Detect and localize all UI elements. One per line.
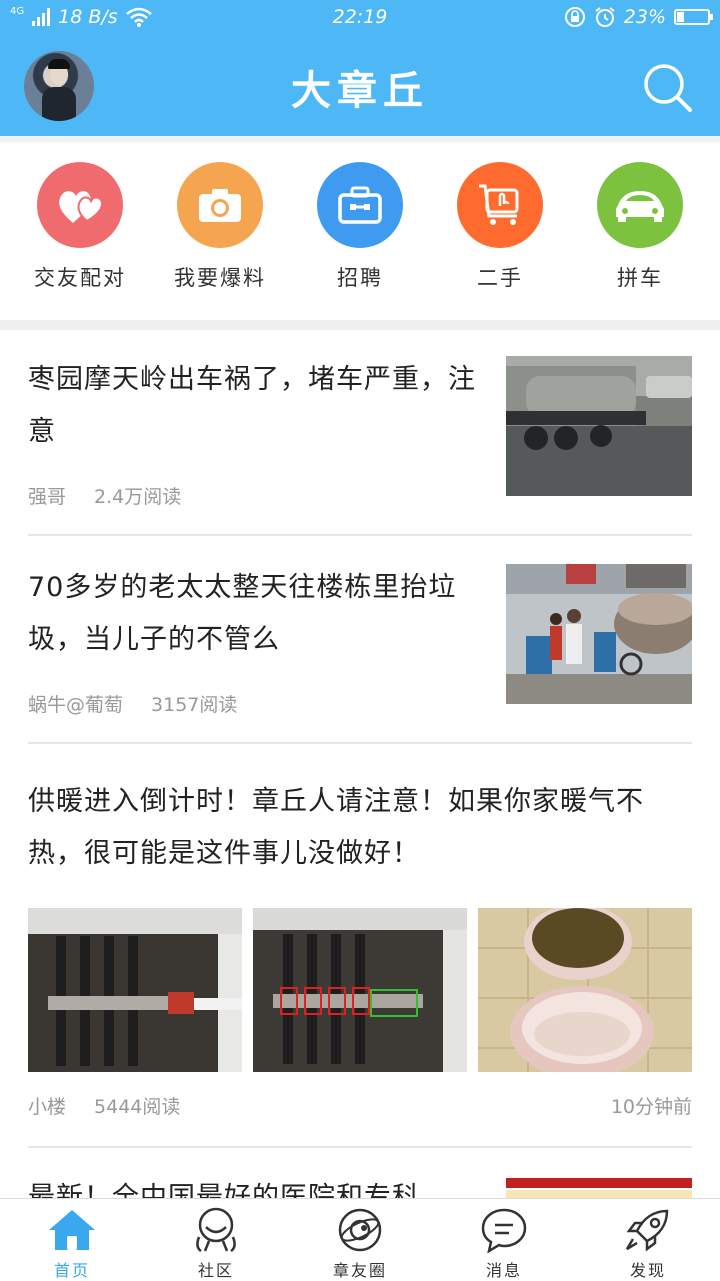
tab-home[interactable]: 首页 (0, 1205, 144, 1281)
planet-icon (288, 1205, 432, 1255)
tab-label: 首页 (53, 1261, 90, 1280)
alarm-icon (595, 7, 615, 27)
search-icon[interactable] (642, 62, 694, 114)
battery-icon (674, 9, 713, 25)
article-image (478, 908, 692, 1072)
article-reads: 5444阅读 (94, 1096, 181, 1118)
tab-messages[interactable]: 消息 (432, 1205, 576, 1281)
quick-action-carpool[interactable]: 拼车 (575, 162, 705, 292)
article-item[interactable]: 70多岁的老太太整天往楼栋里抬垃圾，当儿子的不管么 蜗牛@葡萄 3157阅读 (28, 562, 692, 742)
quick-action-label: 招聘 (337, 266, 383, 290)
status-bar: 4G 18 B/s 22:19 23% (0, 0, 720, 36)
article-title: 最新！全中国最好的医院和专科 (28, 1182, 420, 1198)
bottom-tab-bar: 首页 社区 章友圈 消息 发现 (0, 1198, 720, 1281)
article-thumbnail (506, 1178, 692, 1198)
briefcase-icon (317, 162, 403, 248)
article-author: 小楼 (28, 1096, 67, 1118)
tab-discover[interactable]: 发现 (576, 1205, 720, 1281)
article-reads: 2.4万阅读 (94, 486, 182, 508)
battery-percent: 23% (623, 6, 666, 28)
article-title: 供暖进入倒计时！章丘人请注意！如果你家暖气不热，很可能是这件事儿没做好！ (28, 786, 644, 869)
quick-action-label: 我要爆料 (174, 266, 266, 290)
page-title: 大章丘 (291, 68, 429, 114)
tab-label: 社区 (197, 1261, 234, 1280)
article-item[interactable]: 最新！全中国最好的医院和专科 (28, 1172, 692, 1198)
quick-action-jobs[interactable]: 招聘 (295, 162, 425, 292)
tab-label: 发现 (629, 1261, 666, 1280)
article-thumbnail (506, 356, 692, 496)
quick-action-label: 拼车 (617, 266, 663, 290)
app-header: 大章丘 (0, 36, 720, 136)
lock-rotation-icon (564, 7, 585, 27)
quick-action-report[interactable]: 我要爆料 (155, 162, 285, 292)
article-item[interactable]: 供暖进入倒计时！章丘人请注意！如果你家暖气不热，很可能是这件事儿没做好！ 小楼 … (28, 776, 692, 1156)
article-reads: 3157阅读 (151, 694, 238, 716)
quick-action-secondhand[interactable]: 二手 (435, 162, 565, 292)
article-meta: 强哥 2.4万阅读 (28, 482, 181, 509)
tab-label: 章友圈 (332, 1261, 387, 1280)
quick-action-label: 二手 (477, 266, 523, 290)
article-thumbnail (506, 564, 692, 704)
home-icon (0, 1205, 144, 1255)
camera-icon (177, 162, 263, 248)
section-divider (0, 320, 720, 330)
tab-label: 消息 (485, 1261, 522, 1280)
article-item[interactable]: 枣园摩天岭出车祸了，堵车严重，注意 强哥 2.4万阅读 (28, 354, 692, 534)
message-icon (432, 1205, 576, 1255)
article-meta: 蜗牛@葡萄 3157阅读 (28, 690, 237, 717)
tab-friends-circle[interactable]: 章友圈 (288, 1205, 432, 1281)
clock: 22:19 (332, 6, 388, 28)
hearts-icon (37, 162, 123, 248)
article-image (253, 908, 467, 1072)
quick-action-dating[interactable]: 交友配对 (15, 162, 145, 292)
article-author: 强哥 (28, 486, 67, 508)
cart-icon (457, 162, 543, 248)
divider (28, 742, 692, 744)
community-icon (144, 1205, 288, 1255)
divider (28, 534, 692, 536)
article-time: 10分钟前 (610, 1096, 692, 1118)
quick-action-label: 交友配对 (34, 266, 126, 290)
car-icon (597, 162, 683, 248)
article-meta: 小楼 5444阅读 10分钟前 (28, 1092, 692, 1119)
divider (28, 1146, 692, 1148)
article-feed[interactable]: 枣园摩天岭出车祸了，堵车严重，注意 强哥 2.4万阅读 70多岁的老太太整天往楼… (0, 330, 720, 1198)
article-title: 枣园摩天岭出车祸了，堵车严重，注意 (28, 364, 476, 447)
article-author: 蜗牛@葡萄 (28, 694, 124, 716)
tab-community[interactable]: 社区 (144, 1205, 288, 1281)
article-title: 70多岁的老太太整天往楼栋里抬垃圾，当儿子的不管么 (28, 572, 457, 655)
article-image (28, 908, 242, 1072)
rocket-icon (576, 1205, 720, 1255)
quick-actions: 交友配对 我要爆料 招聘 二手 拼车 (0, 136, 720, 320)
